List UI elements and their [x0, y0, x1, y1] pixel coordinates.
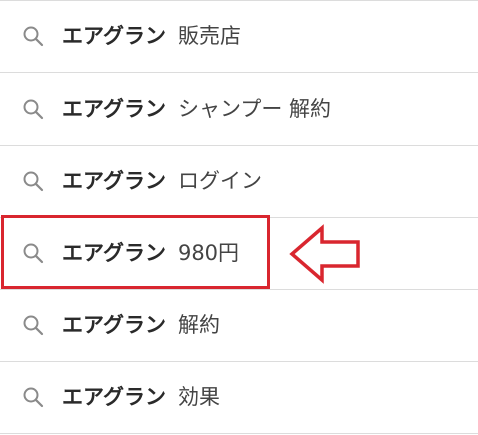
search-icon [23, 99, 44, 120]
search-icon [23, 171, 44, 192]
suggestion-text: エアグラン 販売店 [62, 23, 241, 48]
highlight-annotation-box [1, 215, 270, 289]
suggestion-base: エアグラン [62, 23, 166, 48]
suggestion-base: エアグラン [62, 96, 166, 121]
suggestion-base: エアグラン [62, 384, 166, 409]
suggestion-row-5[interactable]: エアグラン 解約 [0, 289, 478, 361]
search-icon [23, 387, 44, 408]
search-icon [23, 315, 44, 336]
suggestion-extra: ログイン [177, 168, 262, 193]
suggestion-base: エアグラン [62, 312, 166, 337]
suggestion-extra: 効果 [177, 384, 220, 409]
divider [0, 433, 478, 434]
suggestion-extra: シャンプー 解約 [177, 96, 331, 121]
left-arrow-icon [289, 224, 360, 284]
suggestion-base: エアグラン [62, 168, 166, 193]
suggestion-text: エアグラン ログイン [62, 168, 262, 193]
suggestion-extra: 解約 [177, 312, 220, 337]
suggestion-row-3[interactable]: エアグラン ログイン [0, 145, 478, 217]
suggestion-text: エアグラン シャンプー 解約 [62, 96, 331, 121]
suggestion-extra: 販売店 [177, 23, 241, 48]
suggestion-text: エアグラン 解約 [62, 312, 220, 337]
suggestion-row-6[interactable]: エアグラン 効果 [0, 361, 478, 433]
suggestion-text: エアグラン 効果 [62, 384, 220, 409]
suggestion-row-1[interactable]: エアグラン 販売店 [0, 0, 478, 72]
search-icon [23, 26, 44, 47]
suggestion-row-2[interactable]: エアグラン シャンプー 解約 [0, 73, 478, 145]
